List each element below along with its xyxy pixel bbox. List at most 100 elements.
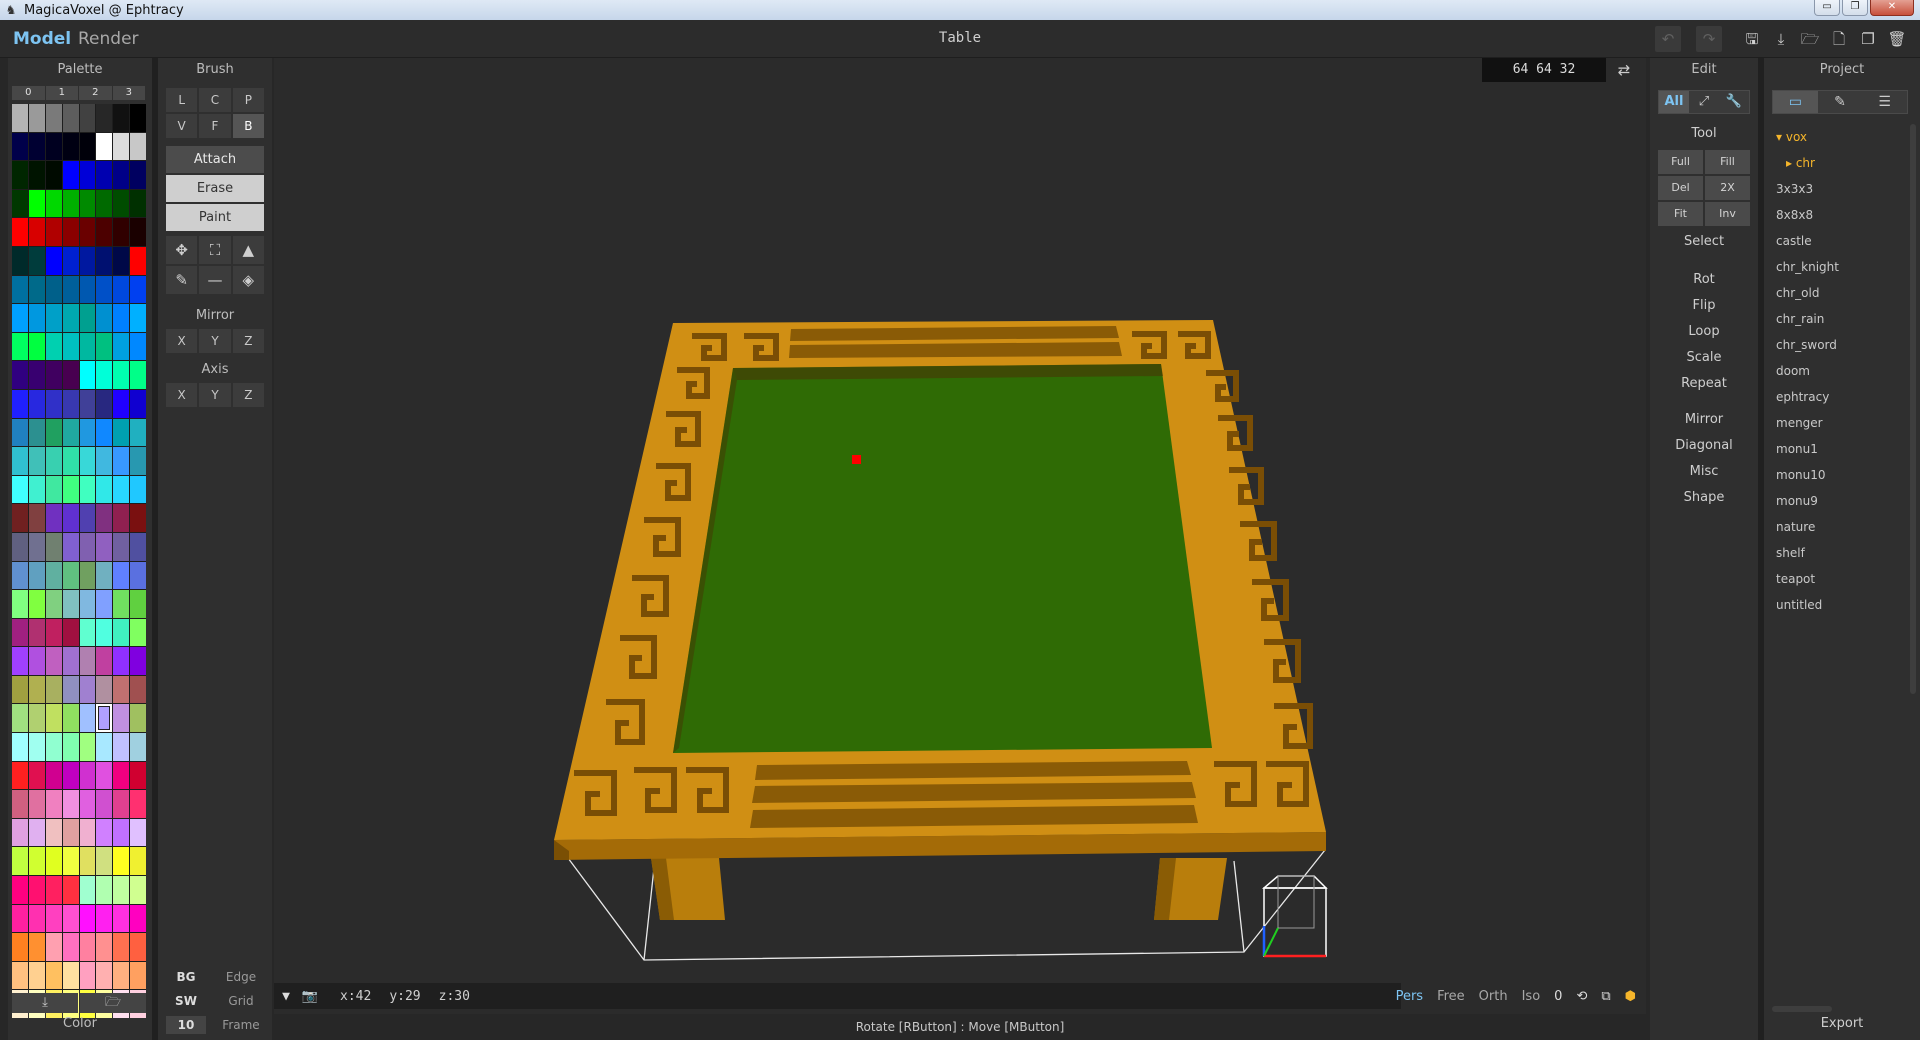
palette-swatch[interactable] (96, 733, 113, 761)
palette-swatch[interactable] (62, 361, 79, 389)
palette-swatch[interactable] (96, 876, 113, 904)
palette-swatch[interactable] (45, 961, 62, 990)
palette-swatch[interactable] (79, 761, 96, 790)
palette-swatch[interactable] (113, 933, 130, 961)
palette-swatch[interactable] (62, 104, 79, 132)
palette-swatch[interactable] (62, 218, 79, 246)
palette-swatch[interactable] (28, 361, 45, 389)
paint-button[interactable]: Paint (166, 204, 264, 231)
shape-button[interactable]: Shape (1650, 490, 1758, 505)
palette-swatch[interactable] (96, 132, 113, 161)
palette-swatch[interactable] (113, 761, 130, 790)
palette-swatch[interactable] (45, 704, 62, 733)
palette-swatch[interactable] (45, 332, 62, 361)
palette-swatch[interactable] (12, 532, 28, 561)
palette-swatch[interactable] (12, 104, 28, 132)
delete-icon[interactable]: 🗑 (1884, 26, 1910, 52)
palette-swatch[interactable] (113, 447, 130, 475)
loop-button[interactable]: Loop (1650, 324, 1758, 339)
palette-swatch[interactable] (96, 704, 113, 733)
palette-swatch[interactable] (130, 933, 146, 961)
edge-toggle[interactable]: Edge (218, 966, 264, 988)
palette-swatch[interactable] (113, 504, 130, 532)
palette-swatch[interactable] (113, 876, 130, 904)
palette-swatch[interactable] (113, 132, 130, 161)
project-file-item[interactable]: shelf (1772, 540, 1900, 566)
palette-swatch[interactable] (96, 275, 113, 304)
palette-swatch[interactable] (130, 961, 146, 990)
palette-swatch[interactable] (28, 761, 45, 790)
palette-swatch[interactable] (28, 475, 45, 504)
view-free[interactable]: Free (1437, 989, 1465, 1004)
palette-swatch[interactable] (62, 704, 79, 733)
project-file-item[interactable]: chr_rain (1772, 306, 1900, 332)
palette-swatch[interactable] (113, 818, 130, 847)
folder-tab-icon[interactable]: ▭ (1773, 91, 1818, 113)
palette-swatch[interactable] (12, 904, 28, 933)
palette-swatch[interactable] (62, 389, 79, 418)
palette-swatch[interactable] (113, 847, 130, 876)
3d-viewport[interactable]: 64 64 32 ⇄ (274, 58, 1646, 980)
eyedropper-icon[interactable]: ✎ (166, 266, 198, 294)
palette-swatch[interactable] (62, 304, 79, 332)
import-palette-icon[interactable]: ⤓ (12, 993, 78, 1013)
palette-swatch[interactable] (45, 904, 62, 933)
palette-swatch[interactable] (12, 361, 28, 389)
palette-swatch[interactable] (62, 761, 79, 790)
project-file-item[interactable]: chr_sword (1772, 332, 1900, 358)
palette-swatch[interactable] (113, 246, 130, 275)
palette-swatch[interactable] (130, 561, 146, 590)
maximize-button[interactable]: ❐ (1842, 0, 1868, 16)
palette-swatch[interactable] (96, 332, 113, 361)
palette-swatch[interactable] (12, 447, 28, 475)
palette-swatch[interactable] (79, 218, 96, 246)
palette-swatch[interactable] (130, 275, 146, 304)
palette-swatch[interactable] (130, 876, 146, 904)
palette-swatch[interactable] (12, 418, 28, 447)
palette-swatch[interactable] (113, 647, 130, 675)
axis-z-button[interactable]: Z (232, 383, 264, 407)
brush-pattern-button[interactable]: P (232, 88, 264, 112)
palette-swatch[interactable] (62, 904, 79, 933)
palette-swatch[interactable] (62, 590, 79, 618)
palette-tab[interactable]: 0 (12, 86, 46, 100)
palette-swatch[interactable] (113, 618, 130, 647)
palette-swatch[interactable] (45, 304, 62, 332)
mirror-x-button[interactable]: X (166, 329, 198, 353)
palette-tab[interactable]: 2 (79, 86, 113, 100)
palette-swatch[interactable] (113, 961, 130, 990)
palette-swatch[interactable] (62, 189, 79, 218)
palette-swatch[interactable] (28, 818, 45, 847)
brush-tab-icon[interactable]: ✎ (1818, 91, 1863, 113)
palette-swatch[interactable] (45, 876, 62, 904)
palette-swatch[interactable] (130, 361, 146, 389)
palette-swatch[interactable] (45, 675, 62, 704)
palette-swatch[interactable] (79, 618, 96, 647)
palette-swatch[interactable] (62, 561, 79, 590)
palette-swatch[interactable] (113, 161, 130, 189)
palette-swatch[interactable] (113, 275, 130, 304)
palette-swatch[interactable] (45, 218, 62, 246)
palette-swatch[interactable] (62, 132, 79, 161)
axis-x-button[interactable]: X (166, 383, 198, 407)
export-button[interactable]: Export (1764, 1016, 1920, 1031)
new-file-icon[interactable]: 🗋 (1826, 26, 1852, 52)
palette-swatch[interactable] (28, 504, 45, 532)
palette-swatch[interactable] (12, 275, 28, 304)
palette-swatch[interactable] (28, 790, 45, 818)
palette-swatch[interactable] (79, 790, 96, 818)
palette-swatch[interactable] (79, 475, 96, 504)
palette-swatch[interactable] (12, 961, 28, 990)
palette-swatch[interactable] (113, 704, 130, 733)
palette-swatch[interactable] (130, 647, 146, 675)
palette-swatch[interactable] (12, 389, 28, 418)
palette-swatch[interactable] (45, 161, 62, 189)
palette-swatch[interactable] (130, 332, 146, 361)
palette-swatch[interactable] (45, 590, 62, 618)
palette-swatch[interactable] (12, 790, 28, 818)
project-h-scrollbar[interactable] (1772, 1006, 1832, 1012)
cube-view-icon[interactable]: ⬢ (1625, 989, 1636, 1004)
palette-swatch[interactable] (79, 246, 96, 275)
reset-view-icon[interactable]: ⟲ (1576, 989, 1587, 1004)
palette-swatch[interactable] (96, 933, 113, 961)
